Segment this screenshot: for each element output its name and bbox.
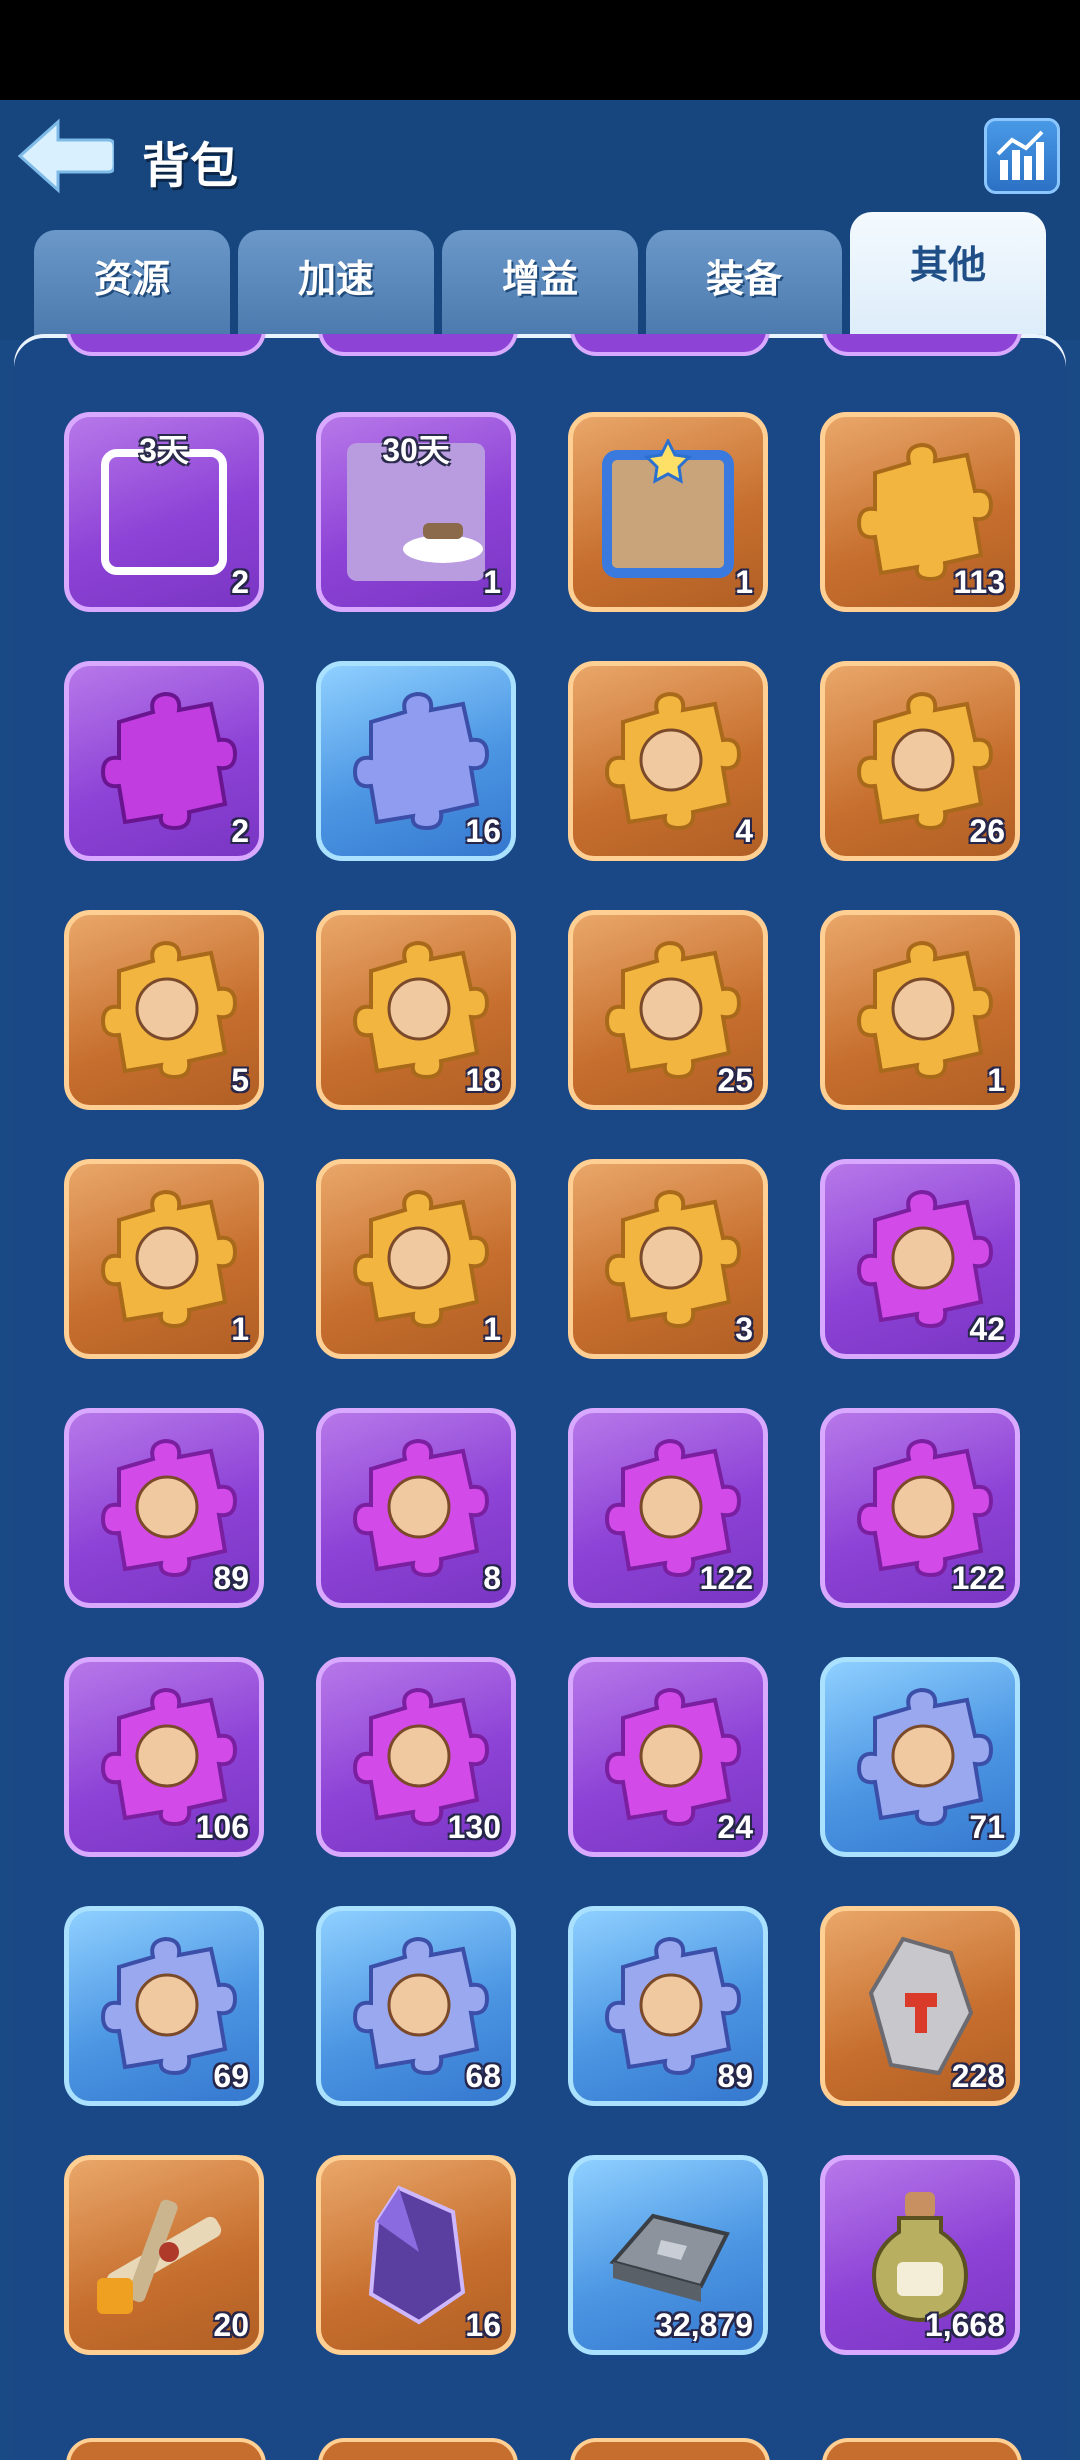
item-quantity: 1 [483,1311,501,1347]
item-quantity: 130 [447,1809,501,1845]
duration-label: 3天 [139,432,189,468]
item-quantity: 18 [465,1062,501,1098]
bar-chart-icon [996,130,1044,180]
item-quantity: 5 [231,1062,249,1098]
header: 背包 资源 加速 增益 装备 其他 [0,100,1080,340]
star-frame-icon [595,437,741,585]
item-quantity: 113 [953,564,1005,600]
inventory-item[interactable]: 122 [820,1408,1020,1608]
inventory-item[interactable]: 16 [316,2155,516,2355]
inventory-item[interactable]: 1 [64,1159,264,1359]
item-quantity: 20 [213,2307,249,2343]
inventory-panel[interactable]: 3天 2 30天 1 1 113 2 16 4 26 5 18 25 1 1 1 3 42 89 8 122 122 106… [14,334,1066,2460]
item-quantity: 71 [969,1809,1005,1845]
inventory-item[interactable]: 89 [64,1408,264,1608]
item-quantity: 106 [195,1809,249,1845]
inventory-item[interactable]: 1 [820,910,1020,1110]
item-quantity: 3 [735,1311,753,1347]
item-quantity: 122 [699,1560,753,1596]
duration-label: 30天 [382,432,450,468]
inventory-item[interactable]: 20 [64,2155,264,2355]
page-title: 背包 [142,140,239,193]
tab-equipment[interactable]: 装备 [646,230,842,340]
tab-speedups[interactable]: 加速 [238,230,434,340]
inventory-item[interactable]: 113 [820,412,1020,612]
purple-puzzle-piece-icon [91,688,238,834]
back-arrow-icon [17,118,116,194]
inventory-item[interactable]: 1 [568,412,768,612]
inventory-item[interactable]: 30天 1 [316,412,516,612]
item-quantity: 68 [465,2058,501,2094]
tab-resources[interactable]: 资源 [34,230,230,340]
item-quantity: 1 [483,564,501,600]
item-grid: 3天 2 30天 1 1 113 2 16 4 26 5 18 25 1 1 1 3 42 89 8 122 122 106… [14,334,1066,2460]
tab-boosts[interactable]: 增益 [442,230,638,340]
inventory-item[interactable]: 71 [820,1657,1020,1857]
cut-off-item [318,2438,518,2460]
inventory-item[interactable]: 16 [316,661,516,861]
inventory-item[interactable]: 122 [568,1408,768,1608]
item-quantity: 122 [951,1560,1005,1596]
inventory-item[interactable]: 1 [316,1159,516,1359]
inventory-item[interactable]: 5 [64,910,264,1110]
inventory-item[interactable]: 32,879 [568,2155,768,2355]
item-quantity: 1 [231,1311,249,1347]
item-quantity: 4 [735,813,753,849]
inventory-item[interactable]: 26 [820,661,1020,861]
item-quantity: 89 [213,1560,249,1596]
inventory-item[interactable]: 228 [820,1906,1020,2106]
item-quantity: 2 [231,813,249,849]
item-quantity: 26 [969,813,1005,849]
hero-fragment-white-hair-girl-icon [595,1186,742,1332]
item-quantity: 2 [231,564,249,600]
tab-other[interactable]: 其他 [850,212,1046,340]
inventory-item[interactable]: 25 [568,910,768,1110]
item-quantity: 1,668 [924,2307,1005,2343]
cut-off-item [822,2438,1022,2460]
hero-fragment-bearded-elder-icon [847,937,994,1083]
item-quantity: 16 [465,2307,501,2343]
item-quantity: 32,879 [655,2307,753,2343]
inventory-item[interactable]: 3天 2 [64,412,264,612]
inventory-item[interactable]: 2 [64,661,264,861]
inventory-item[interactable]: 24 [568,1657,768,1857]
inventory-item[interactable]: 42 [820,1159,1020,1359]
item-quantity: 228 [951,2058,1005,2094]
back-button[interactable] [14,114,116,198]
item-quantity: 1 [987,1062,1005,1098]
inventory-item[interactable]: 130 [316,1657,516,1857]
hero-fragment-red-hair-girl-icon [343,1435,490,1581]
item-quantity: 24 [717,1809,753,1845]
inventory-item[interactable]: 18 [316,910,516,1110]
hero-fragment-hooded-icon [595,688,742,834]
hero-fragment-plague-mask-icon [91,1186,238,1332]
item-quantity: 69 [213,2058,249,2094]
item-quantity: 1 [735,564,753,600]
inventory-item[interactable]: 68 [316,1906,516,2106]
cut-off-item [66,2438,266,2460]
hero-fragment-miner-icon [343,1186,490,1332]
status-bar [0,0,1080,100]
cut-off-item [570,2438,770,2460]
item-quantity: 89 [717,2058,753,2094]
inventory-item[interactable]: 8 [316,1408,516,1608]
stats-button[interactable] [984,118,1060,194]
item-quantity: 25 [717,1062,753,1098]
inventory-item[interactable]: 89 [568,1906,768,2106]
inventory-item[interactable]: 106 [64,1657,264,1857]
inventory-item[interactable]: 1,668 [820,2155,1020,2355]
item-quantity: 42 [969,1311,1005,1347]
hero-fragment-blond-warrior-icon [91,937,238,1083]
item-quantity: 16 [465,813,501,849]
inventory-item[interactable]: 3 [568,1159,768,1359]
item-quantity: 8 [483,1560,501,1596]
inventory-item[interactable]: 69 [64,1906,264,2106]
inventory-item[interactable]: 4 [568,661,768,861]
